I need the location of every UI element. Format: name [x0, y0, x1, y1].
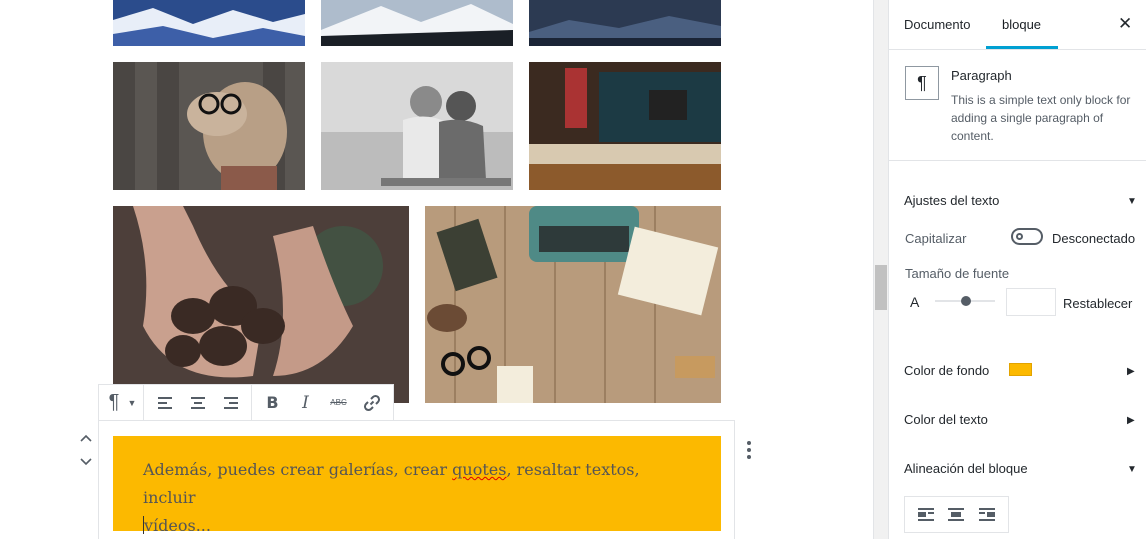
font-size-input[interactable]	[1006, 288, 1056, 316]
paragraph-icon: ¶	[905, 66, 939, 100]
editor-scrollbar[interactable]	[873, 0, 888, 539]
snowy-mountain-image-1[interactable]	[113, 0, 305, 46]
paragraph-text-line2: vídeos...	[144, 516, 211, 535]
italic-icon[interactable]: I	[289, 385, 322, 420]
strikethrough-icon[interactable]: ABC	[322, 385, 355, 420]
move-down-icon[interactable]	[80, 455, 92, 469]
paragraph-block[interactable]: Además, puedes crear galerías, crear quo…	[113, 436, 721, 535]
block-card-title: Paragraph	[951, 68, 1012, 83]
background-color-panel-title[interactable]: Color de fondo	[904, 363, 989, 378]
align-left-icon[interactable]	[915, 504, 937, 526]
text-color-panel-title[interactable]: Color del texto	[904, 412, 988, 427]
chevron-down-icon[interactable]: ▼	[125, 385, 139, 420]
capitalize-toggle[interactable]	[1011, 228, 1043, 245]
formatting-group: B I ABC	[252, 385, 392, 420]
link-icon[interactable]	[355, 385, 388, 420]
align-right-icon[interactable]	[214, 385, 247, 420]
capitalize-label: Capitalizar	[905, 231, 967, 246]
block-toolbar: ¶ ▼ B I ABC	[98, 384, 394, 421]
children-on-swing-image[interactable]	[321, 62, 513, 190]
tab-document[interactable]: Documento	[904, 17, 970, 32]
caret-down-icon[interactable]: ▼	[1127, 464, 1137, 475]
coffee-shop-image[interactable]	[529, 62, 721, 190]
paragraph-icon[interactable]: ¶	[103, 385, 125, 420]
caret-down-icon[interactable]: ▼	[1127, 196, 1137, 207]
misspelled-word: quotes	[452, 460, 507, 479]
mountain-range-image[interactable]	[321, 0, 513, 46]
bold-icon[interactable]: B	[256, 385, 289, 420]
sidebar-tabs: Documento bloque ✕	[889, 0, 1146, 50]
font-size-slider-handle[interactable]	[961, 296, 971, 306]
block-switcher-group: ¶ ▼	[99, 385, 144, 420]
pinecones-in-hands-image[interactable]	[113, 206, 409, 403]
night-mountain-image[interactable]	[529, 0, 721, 46]
text-settings-panel-title[interactable]: Ajustes del texto	[904, 193, 999, 208]
font-size-label: Tamaño de fuente	[905, 266, 1010, 281]
alignment-group	[144, 385, 252, 420]
block-card-description: This is a simple text only block for add…	[951, 93, 1131, 143]
active-tab-indicator	[986, 46, 1058, 49]
font-size-icon: A	[910, 294, 920, 310]
align-right-icon[interactable]	[976, 504, 998, 526]
scrollbar-thumb[interactable]	[875, 265, 887, 310]
paragraph-text-start: Además, puedes crear galerías, crear	[143, 460, 453, 479]
capitalize-state: Desconectado	[1052, 231, 1136, 246]
block-alignment-panel-title[interactable]: Alineación del bloque	[904, 461, 1028, 476]
tab-block[interactable]: bloque	[1002, 17, 1041, 32]
typewriter-desk-image[interactable]	[425, 206, 721, 403]
dog-with-glasses-image[interactable]	[113, 62, 305, 190]
background-color-swatch	[1009, 363, 1032, 376]
block-alignment-toolbar	[904, 496, 1009, 533]
move-up-icon[interactable]	[80, 431, 92, 445]
caret-right-icon[interactable]: ▶	[1127, 366, 1135, 377]
toggle-knob	[1016, 233, 1023, 240]
more-options-icon[interactable]	[745, 440, 753, 460]
block-card: ¶ Paragraph This is a simple text only b…	[889, 50, 1146, 161]
caret-right-icon[interactable]: ▶	[1127, 415, 1135, 426]
close-icon[interactable]: ✕	[1118, 14, 1132, 34]
reset-button[interactable]: Restablecer	[1063, 296, 1132, 311]
editor-canvas: ¶ ▼ B I ABC Además, puedes crear galería…	[0, 0, 873, 539]
align-left-icon[interactable]	[148, 385, 181, 420]
settings-sidebar: Documento bloque ✕ ¶ Paragraph This is a…	[888, 0, 1146, 539]
align-center-icon[interactable]	[181, 385, 214, 420]
align-center-icon[interactable]	[945, 504, 967, 526]
